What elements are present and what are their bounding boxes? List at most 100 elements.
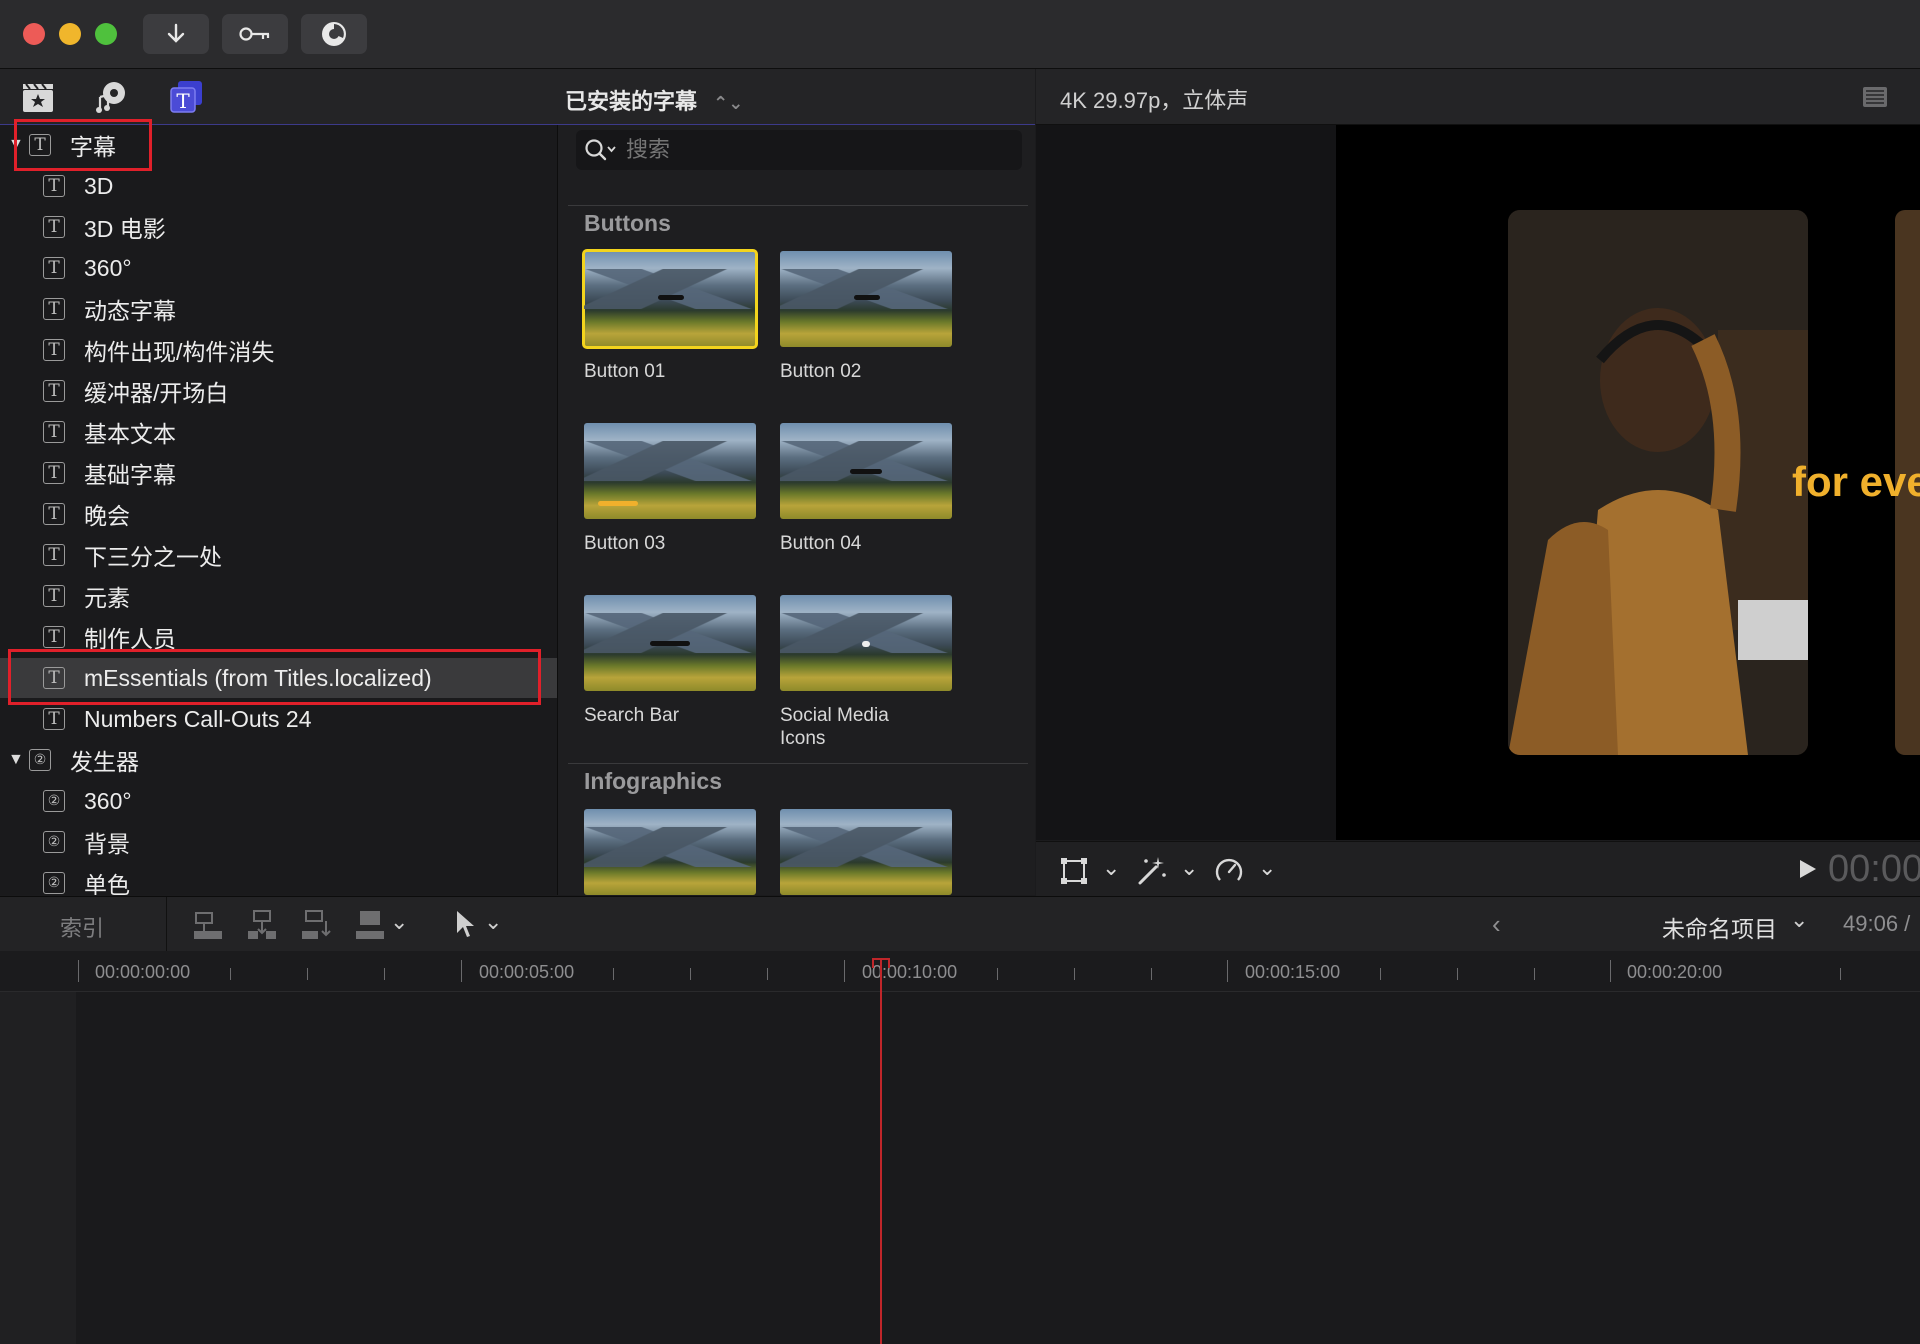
sidebar-item[interactable]: T 晚会	[0, 494, 557, 534]
chevron-updown-icon: ⌃⌄	[713, 93, 744, 113]
playhead-handle[interactable]	[872, 958, 890, 968]
project-name[interactable]: 未命名项目	[1662, 910, 1777, 944]
browser-title[interactable]: 已安装的字幕 ⌃⌄	[565, 84, 743, 116]
search-icon	[585, 139, 616, 161]
thumbnail-button-01[interactable]	[582, 249, 758, 349]
thumbnail-social-media-icons[interactable]	[780, 595, 952, 691]
generator-icon: ②	[43, 872, 65, 894]
connect-clip-icon[interactable]	[192, 909, 224, 941]
play-icon[interactable]	[1798, 858, 1818, 880]
divider	[166, 897, 167, 951]
ruler-minor-tick	[1457, 968, 1458, 980]
sidebar-item-label: 构件出现/构件消失	[84, 339, 275, 365]
background-tasks-button[interactable]	[301, 14, 367, 54]
sidebar-item[interactable]: T 基本文本	[0, 412, 557, 452]
minimize-window-button[interactable]	[59, 23, 81, 45]
titles-and-generators-icon[interactable]: T	[168, 79, 204, 115]
title-icon: T	[43, 216, 65, 238]
chevron-down-icon[interactable]: ⌄	[484, 909, 502, 935]
sidebar-item[interactable]: T 元素	[0, 576, 557, 616]
generator-icon: ②	[43, 831, 65, 853]
title-icon: T	[43, 626, 65, 648]
thumbnail-label: Button 04	[780, 533, 862, 554]
overwrite-clip-icon[interactable]	[354, 909, 386, 941]
sidebar-item-label: 动态字幕	[84, 298, 176, 324]
photos-and-videos-icon[interactable]	[20, 79, 56, 115]
import-icon	[167, 23, 185, 43]
sidebar-item[interactable]: T Numbers Call-Outs 24	[0, 699, 557, 739]
back-chevron-icon[interactable]: ‹	[1492, 909, 1501, 940]
search-field[interactable]	[576, 130, 1022, 170]
sidebar-item[interactable]: ② 背景	[0, 822, 557, 862]
viewer-options-icon[interactable]	[1862, 85, 1888, 109]
sidebar-item[interactable]: T 缓冲器/开场白	[0, 371, 557, 411]
thumbnail-search-bar[interactable]	[584, 595, 756, 691]
enhance-wand-icon[interactable]	[1136, 855, 1168, 885]
chevron-down-icon[interactable]: ⌄	[1258, 855, 1276, 881]
close-window-button[interactable]	[23, 23, 45, 45]
sidebar-item[interactable]: T 制作人员	[0, 617, 557, 657]
sidebar-item[interactable]: ② 单色	[0, 863, 557, 895]
sidebar-item[interactable]: T 360°	[0, 248, 557, 288]
sidebar-item-label: 元素	[84, 585, 130, 611]
ruler-minor-tick	[613, 968, 614, 980]
viewer-timecode: 00:00	[1828, 848, 1920, 890]
playhead[interactable]	[880, 960, 882, 1344]
title-icon: T	[43, 175, 65, 197]
chevron-down-icon[interactable]: ⌄	[1102, 855, 1120, 881]
thumbnail-button-04[interactable]	[780, 423, 952, 519]
sidebar-item[interactable]: T 动态字幕	[0, 289, 557, 329]
search-input[interactable]	[624, 134, 1008, 166]
sidebar-item[interactable]: T 基础字幕	[0, 453, 557, 493]
select-tool-icon[interactable]	[454, 909, 476, 939]
sidebar-item[interactable]: ② 360°	[0, 781, 557, 821]
chevron-down-icon[interactable]: ⌄	[1180, 855, 1198, 881]
chevron-down-icon[interactable]: ⌄	[390, 909, 408, 935]
ruler-timecode: 00:00:05:00	[479, 962, 575, 982]
ruler-major-tick	[1227, 960, 1228, 982]
sidebar-item-label: 晚会	[84, 503, 130, 529]
disclosure-triangle-icon[interactable]: ▼	[8, 751, 24, 769]
thumbnail-infographic[interactable]	[780, 809, 952, 895]
section-title-infographics: Infographics	[584, 768, 723, 794]
sidebar-item-messentials[interactable]: TmEssentials (from Titles.localized)	[0, 658, 557, 698]
thumbnail-infographic[interactable]	[584, 809, 756, 895]
browser-title-text: 已安装的字幕	[565, 89, 698, 114]
title-icon: T	[29, 134, 51, 156]
append-clip-icon[interactable]	[300, 909, 332, 941]
import-button[interactable]	[143, 14, 209, 54]
title-icon: T	[43, 257, 65, 279]
keyword-button[interactable]	[222, 14, 288, 54]
sidebar-item-label: Numbers Call-Outs 24	[84, 705, 312, 732]
index-button[interactable]: 索引	[60, 911, 104, 943]
transform-icon[interactable]	[1060, 857, 1088, 885]
thumbnail-button-02[interactable]	[780, 251, 952, 347]
insert-clip-icon[interactable]	[246, 909, 278, 941]
sidebar-item-label: 基本文本	[84, 421, 176, 447]
timeline-area[interactable]	[0, 992, 1920, 1344]
chevron-down-icon[interactable]: ⌄	[1790, 907, 1808, 933]
thumbnail-label: Social Media Icons	[780, 705, 889, 749]
disclosure-triangle-icon[interactable]: ▼	[8, 136, 24, 154]
zoom-window-button[interactable]	[95, 23, 117, 45]
thumbnail-label: Button 03	[584, 533, 666, 554]
music-and-sound-icon[interactable]	[94, 79, 130, 115]
sidebar-item[interactable]: T 3D 电影	[0, 207, 557, 247]
sidebar-item-label: 单色	[84, 872, 130, 895]
sidebar-item-label: 3D 电影	[84, 216, 166, 242]
sidebar-item[interactable]: T 构件出现/构件消失	[0, 330, 557, 370]
sidebar-item[interactable]: T 下三分之一处	[0, 535, 557, 575]
section-title-buttons: Buttons	[584, 210, 671, 236]
sidebar-group-titles[interactable]: ▼ T 字幕	[0, 125, 557, 165]
thumbnail-button-03[interactable]	[584, 423, 756, 519]
keyword-icon	[239, 27, 270, 41]
retime-speed-icon[interactable]	[1214, 856, 1244, 886]
divider	[568, 205, 1028, 206]
ruler-major-tick	[78, 960, 79, 982]
ruler-minor-tick	[384, 968, 385, 980]
ruler-minor-tick	[1534, 968, 1535, 980]
svg-text:T: T	[176, 89, 190, 113]
ruler-minor-tick	[1380, 968, 1381, 980]
sidebar-group-generators[interactable]: ▼ ② 发生器	[0, 740, 557, 780]
sidebar-item[interactable]: T 3D	[0, 166, 557, 206]
